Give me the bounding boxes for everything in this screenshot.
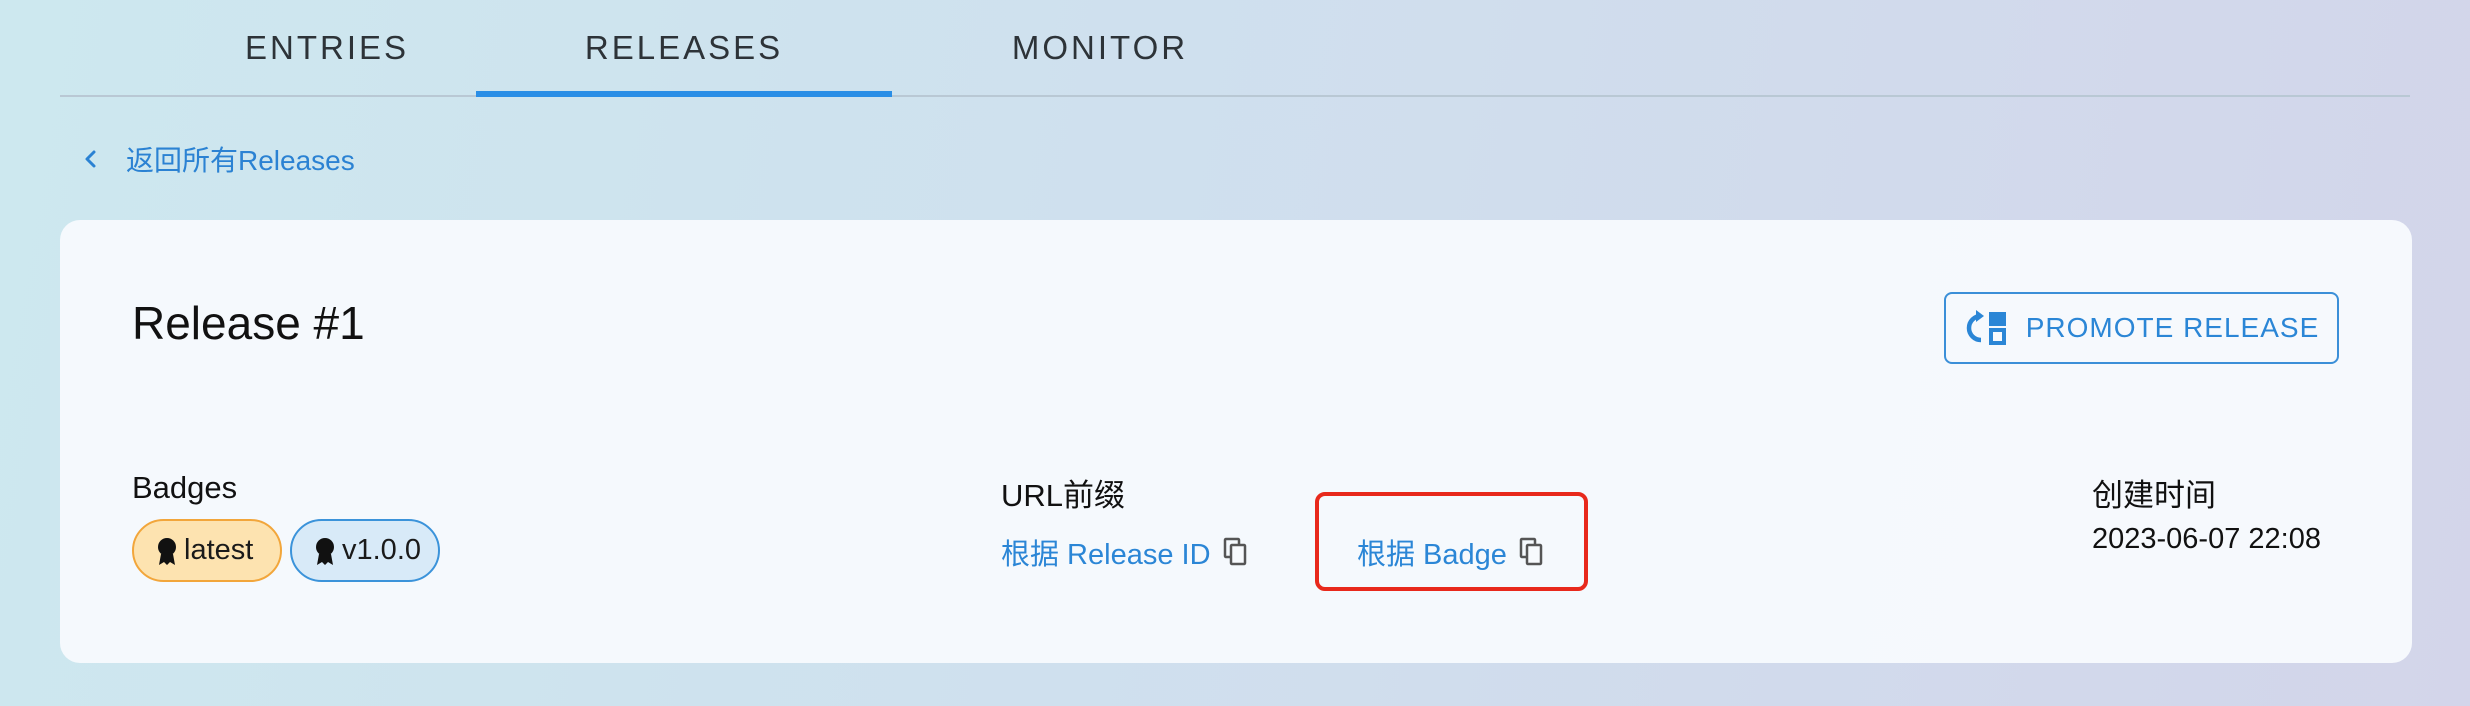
tab-bar: ENTRIES RELEASES MONITOR bbox=[60, 0, 2410, 97]
url-prefix-label: URL前缀 bbox=[1001, 478, 1126, 513]
back-link-label: 返回所有Releases bbox=[126, 145, 355, 176]
copy-icon[interactable] bbox=[1223, 537, 1249, 567]
badge-version[interactable]: v1.0.0 bbox=[290, 519, 440, 582]
badge-latest[interactable]: latest bbox=[132, 519, 282, 582]
release-card: Release #1 PROMOTE RELEASE Badges latest bbox=[60, 220, 2412, 663]
copy-url-by-release-id-link[interactable]: 根据 Release ID bbox=[1001, 522, 1249, 582]
badges-label: Badges bbox=[132, 470, 238, 505]
created-time-value: 2023-06-07 22:08 bbox=[2092, 523, 2321, 555]
chevron-left-icon bbox=[76, 144, 106, 174]
url-link-label: 根据 Release ID bbox=[1001, 539, 1211, 571]
tab-entries[interactable]: ENTRIES bbox=[119, 0, 535, 97]
highlight-box bbox=[1315, 492, 1588, 591]
active-tab-indicator bbox=[476, 91, 892, 97]
badge-label: v1.0.0 bbox=[342, 534, 421, 566]
promote-release-label: PROMOTE RELEASE bbox=[2025, 312, 2320, 343]
promote-icon bbox=[1964, 308, 2010, 348]
tab-releases[interactable]: RELEASES bbox=[476, 0, 892, 97]
created-time-label: 创建时间 bbox=[2092, 478, 2216, 513]
badge-seal-icon bbox=[154, 536, 180, 566]
badge-seal-icon bbox=[312, 536, 338, 566]
badge-label: latest bbox=[184, 534, 254, 566]
back-to-releases-link[interactable]: 返回所有Releases bbox=[76, 139, 355, 179]
promote-release-button[interactable]: PROMOTE RELEASE bbox=[1944, 292, 2339, 364]
tab-monitor[interactable]: MONITOR bbox=[892, 0, 1308, 97]
release-title: Release #1 bbox=[132, 297, 365, 349]
